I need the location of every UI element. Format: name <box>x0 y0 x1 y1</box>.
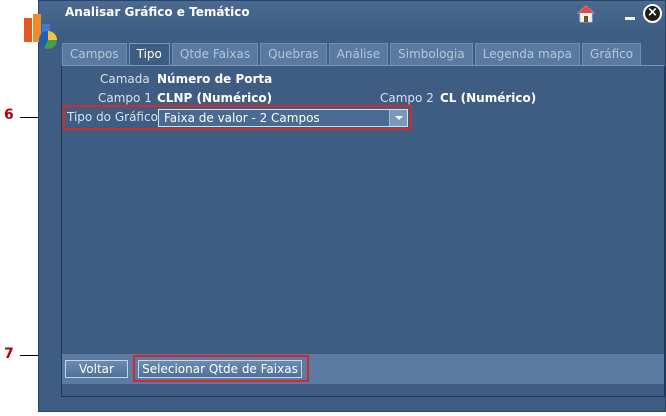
callout-box-6 <box>63 105 412 130</box>
window-title: Analisar Gráfico e Temático <box>65 5 250 19</box>
campo2-label: Campo 2 <box>380 91 434 105</box>
tab-campos[interactable]: Campos <box>62 43 127 65</box>
campo1-label: Campo 1 <box>98 91 152 105</box>
callout-number-6: 6 <box>4 107 14 123</box>
camada-label: Camada <box>100 72 150 86</box>
tab-panel-tipo: Camada Número de Porta Campo 1 CLNP (Num… <box>61 65 665 397</box>
tab-grafico[interactable]: Gráfico <box>582 43 642 65</box>
back-button[interactable]: Voltar <box>65 360 128 378</box>
camada-value: Número de Porta <box>157 72 273 86</box>
tab-tipo[interactable]: Tipo <box>128 43 170 66</box>
callout-box-7 <box>133 355 309 382</box>
screenshot: 6 7 Analisar Gráfico e Temático × Campos… <box>0 0 666 416</box>
callout-number-7: 7 <box>4 346 14 362</box>
dialog-window: Analisar Gráfico e Temático × Campos Tip… <box>38 0 666 412</box>
tab-simbologia[interactable]: Simbologia <box>390 43 473 65</box>
tab-legenda-mapa[interactable]: Legenda mapa <box>474 43 581 65</box>
footer-bar: Voltar Selecionar Qtde de Faixas <box>62 354 664 384</box>
campo1-value: CLNP (Numérico) <box>157 91 273 105</box>
tab-quebras[interactable]: Quebras <box>260 43 327 65</box>
close-icon[interactable]: × <box>643 4 662 23</box>
tab-analise[interactable]: Análise <box>328 43 389 65</box>
tab-bar: Campos Tipo Qtde Faixas Quebras Análise … <box>62 43 643 66</box>
tab-qtde-faixas[interactable]: Qtde Faixas <box>171 43 259 65</box>
app-logo <box>22 10 62 52</box>
minimize-icon[interactable] <box>625 17 635 20</box>
home-icon[interactable] <box>576 5 596 23</box>
title-bar: Analisar Gráfico e Temático × <box>39 1 665 39</box>
campo2-value: CL (Numérico) <box>440 91 537 105</box>
